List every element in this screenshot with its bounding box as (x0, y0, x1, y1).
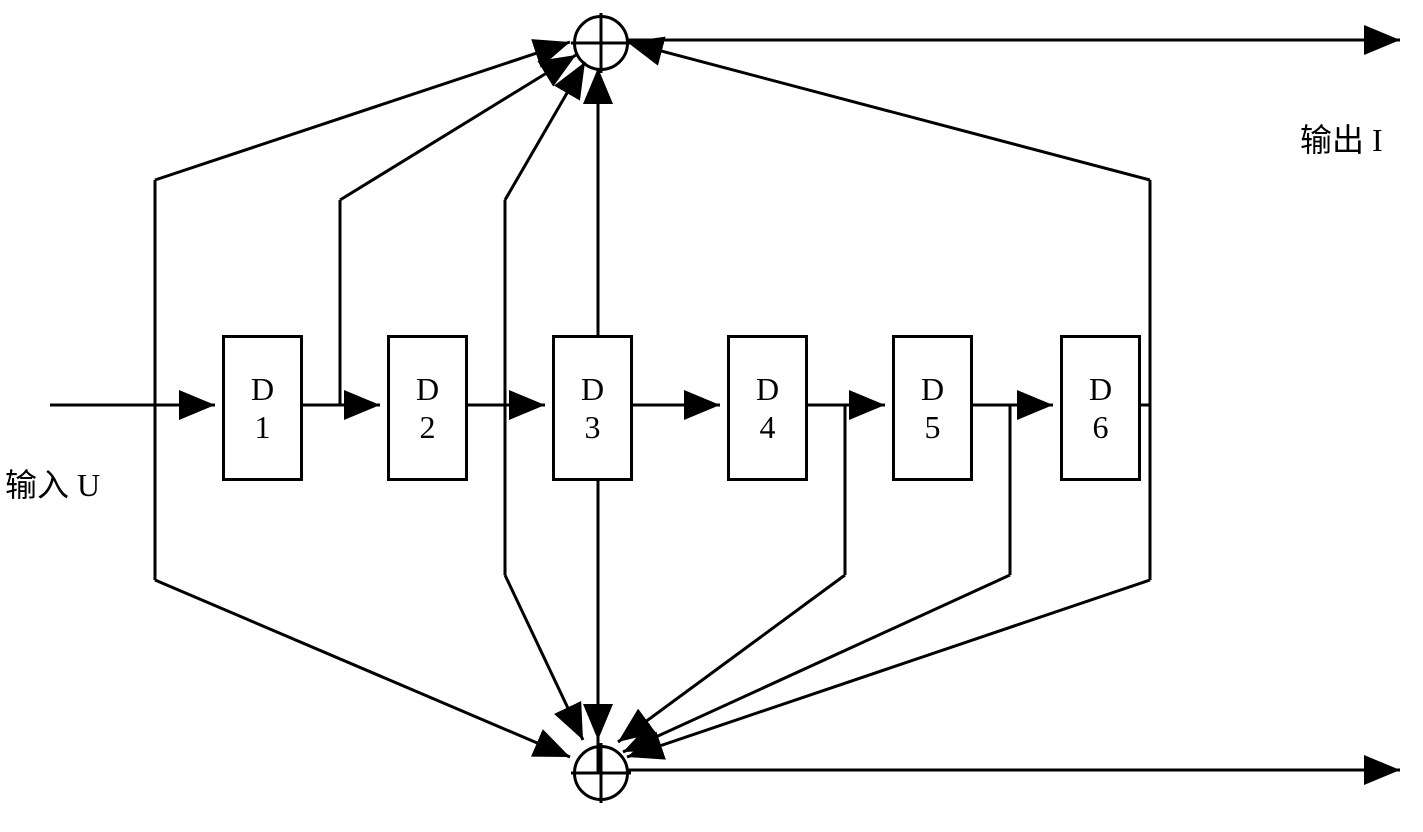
delay-block-d2: D 2 (387, 335, 468, 481)
block-text: D (921, 370, 944, 408)
block-text: 4 (760, 408, 776, 446)
delay-block-d6: D 6 (1060, 335, 1141, 481)
xor-bottom-icon (573, 745, 629, 801)
block-text: D (756, 370, 779, 408)
block-text: D (416, 370, 439, 408)
block-text: 3 (585, 408, 601, 446)
block-text: 1 (255, 408, 271, 446)
delay-block-d1: D 1 (222, 335, 303, 481)
delay-block-d3: D 3 (552, 335, 633, 481)
connections-svg (0, 0, 1423, 832)
output-label: 输出 I (1300, 115, 1383, 161)
block-text: 5 (925, 408, 941, 446)
block-text: 6 (1093, 408, 1109, 446)
block-text: D (251, 370, 274, 408)
block-text: D (1089, 370, 1112, 408)
xor-top-icon (573, 15, 629, 71)
block-text: 2 (420, 408, 436, 446)
delay-block-d5: D 5 (892, 335, 973, 481)
delay-block-d4: D 4 (727, 335, 808, 481)
input-label: 输入 U (5, 460, 100, 506)
block-text: D (581, 370, 604, 408)
